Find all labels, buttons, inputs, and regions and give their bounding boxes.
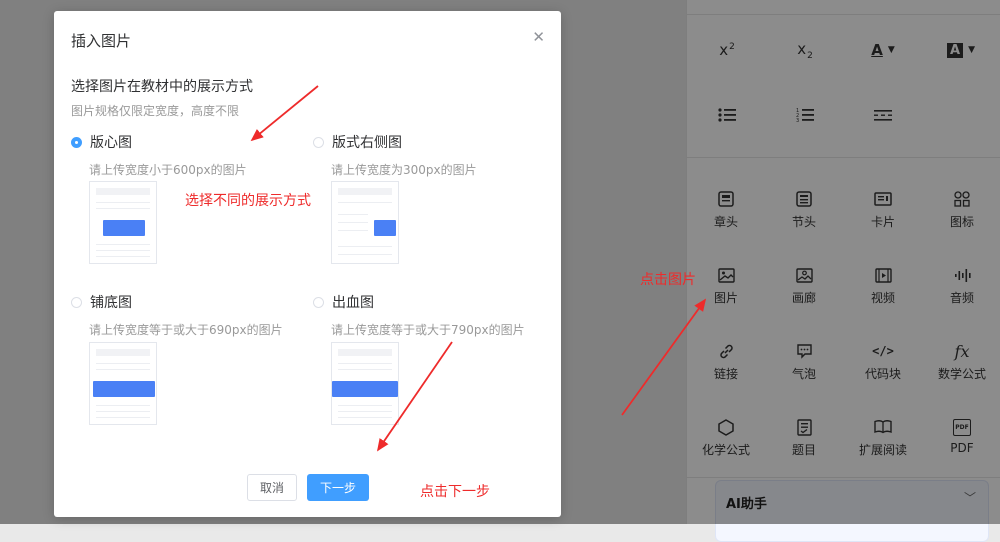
arrow-to-option xyxy=(250,85,319,142)
arrow-to-next-button xyxy=(376,341,453,452)
annotation-arrows xyxy=(250,85,707,452)
arrow-to-image-tool xyxy=(621,298,707,416)
